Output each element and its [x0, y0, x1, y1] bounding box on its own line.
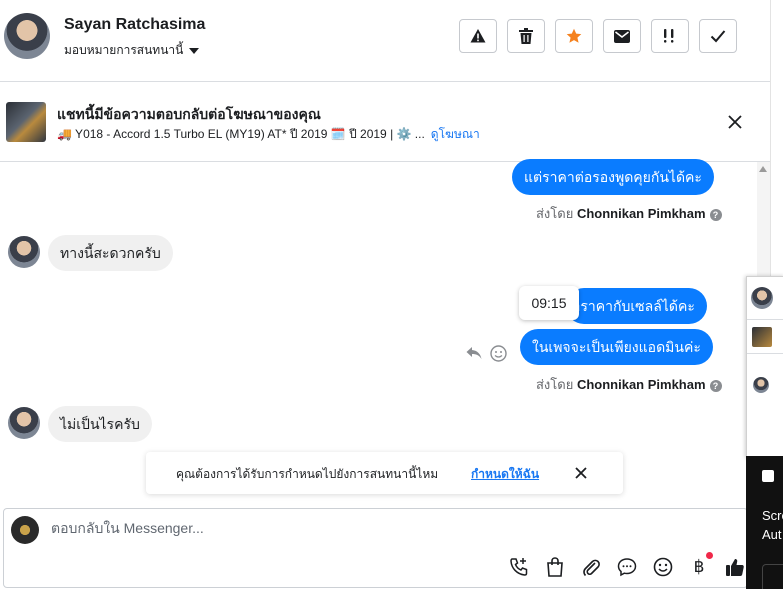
envelope-icon — [614, 29, 630, 43]
priority-icon — [664, 29, 674, 43]
mark-spam-button[interactable] — [459, 19, 497, 53]
assign-label: มอบหมายการสนทนานี้ — [64, 43, 184, 57]
header-divider — [0, 81, 770, 82]
star-button[interactable] — [555, 19, 593, 53]
side-dark-text-line2: Aut — [762, 527, 782, 542]
contact-avatar-small — [8, 407, 40, 439]
sender-name: Chonnikan Pimkham — [576, 206, 706, 221]
mark-done-button[interactable] — [699, 19, 737, 53]
side-window-divider — [747, 319, 783, 320]
contact-avatar[interactable] — [4, 13, 50, 59]
ad-thumbnail — [6, 102, 46, 142]
chat-bubble-icon[interactable] — [616, 556, 638, 578]
emoji-icon[interactable] — [652, 556, 674, 578]
caret-down-icon — [189, 47, 200, 54]
view-ad-link[interactable]: ดูโฆษณา — [431, 127, 480, 141]
sent-by-prefix: ส่งโดย — [536, 377, 574, 392]
sender-name: Chonnikan Pimkham — [576, 377, 706, 392]
side-window-avatar — [751, 287, 773, 309]
message-outgoing[interactable]: แต่ราคาต่อรองพูดคุยกันได้คะ — [512, 159, 714, 195]
message-time-tooltip: 09:15 — [519, 286, 579, 320]
close-icon — [728, 115, 742, 129]
close-icon — [575, 467, 587, 479]
message-outgoing[interactable]: อราคากับเซลล์ได้คะ — [566, 288, 707, 324]
side-window-ad-thumb — [752, 327, 772, 347]
assign-conversation-dropdown[interactable]: มอบหมายการสนทนานี้ — [64, 41, 200, 60]
message-outgoing[interactable]: ในเพจจะเป็นเพียงแอดมินค่ะ — [520, 329, 713, 365]
help-icon[interactable]: ? — [709, 208, 722, 221]
contact-avatar-small — [8, 236, 40, 268]
star-icon — [566, 28, 582, 43]
shopping-bag-icon[interactable] — [544, 556, 566, 578]
message-incoming[interactable]: ทางนี้สะดวกครับ — [48, 235, 173, 271]
delete-button[interactable] — [507, 19, 545, 53]
reply-icon[interactable] — [466, 346, 484, 362]
app-icon — [762, 470, 774, 482]
side-dark-window[interactable]: Scre Aut — [746, 456, 783, 589]
thumbs-up-icon[interactable] — [724, 556, 746, 578]
scroll-up-arrow-icon[interactable] — [759, 166, 767, 172]
baht-icon[interactable]: ฿ — [688, 556, 710, 578]
close-ad-banner-button[interactable] — [726, 113, 744, 131]
assign-to-me-link[interactable]: กำหนดให้ฉัน — [471, 465, 539, 484]
ad-description: 🚚 Y018 - Accord 1.5 Turbo EL (MY19) AT* … — [57, 127, 425, 141]
assign-reminder-text: คุณต้องการได้รับการกำหนดไปยังการสนทนานี้… — [176, 467, 439, 481]
side-chat-window[interactable] — [746, 276, 783, 458]
sent-by-label: ส่งโดย Chonnikan Pimkham? — [536, 374, 722, 395]
side-dark-text-line1: Scre — [762, 508, 783, 523]
notification-dot — [706, 552, 713, 559]
side-window-message-avatar — [753, 377, 769, 393]
alert-triangle-icon — [470, 29, 486, 43]
ad-banner-subtitle: 🚚 Y018 - Accord 1.5 Turbo EL (MY19) AT* … — [57, 125, 480, 144]
priority-button[interactable] — [651, 19, 689, 53]
trash-icon — [519, 28, 533, 44]
assign-reminder-bar: คุณต้องการได้รับการกำหนดไปยังการสนทนานี้… — [146, 452, 623, 494]
mark-unread-button[interactable] — [603, 19, 641, 53]
message-incoming[interactable]: ไม่เป็นไรครับ — [48, 406, 152, 442]
checkmark-icon — [710, 30, 726, 43]
react-emoji-icon[interactable] — [490, 345, 508, 363]
contact-name[interactable]: Sayan Ratchasima — [64, 16, 205, 34]
side-dark-button[interactable] — [762, 564, 783, 589]
sent-by-prefix: ส่งโดย — [536, 206, 574, 221]
call-add-icon[interactable] — [508, 556, 530, 578]
close-reminder-button[interactable] — [573, 465, 589, 481]
page-avatar — [11, 516, 39, 544]
reply-input[interactable] — [51, 520, 501, 536]
paperclip-icon[interactable] — [580, 556, 602, 578]
help-icon[interactable]: ? — [709, 379, 722, 392]
sent-by-label: ส่งโดย Chonnikan Pimkham? — [536, 203, 722, 224]
side-window-divider — [747, 353, 783, 354]
ad-banner-title: แชทนี้มีข้อความตอบกลับต่อโฆษณาของคุณ — [57, 106, 321, 122]
